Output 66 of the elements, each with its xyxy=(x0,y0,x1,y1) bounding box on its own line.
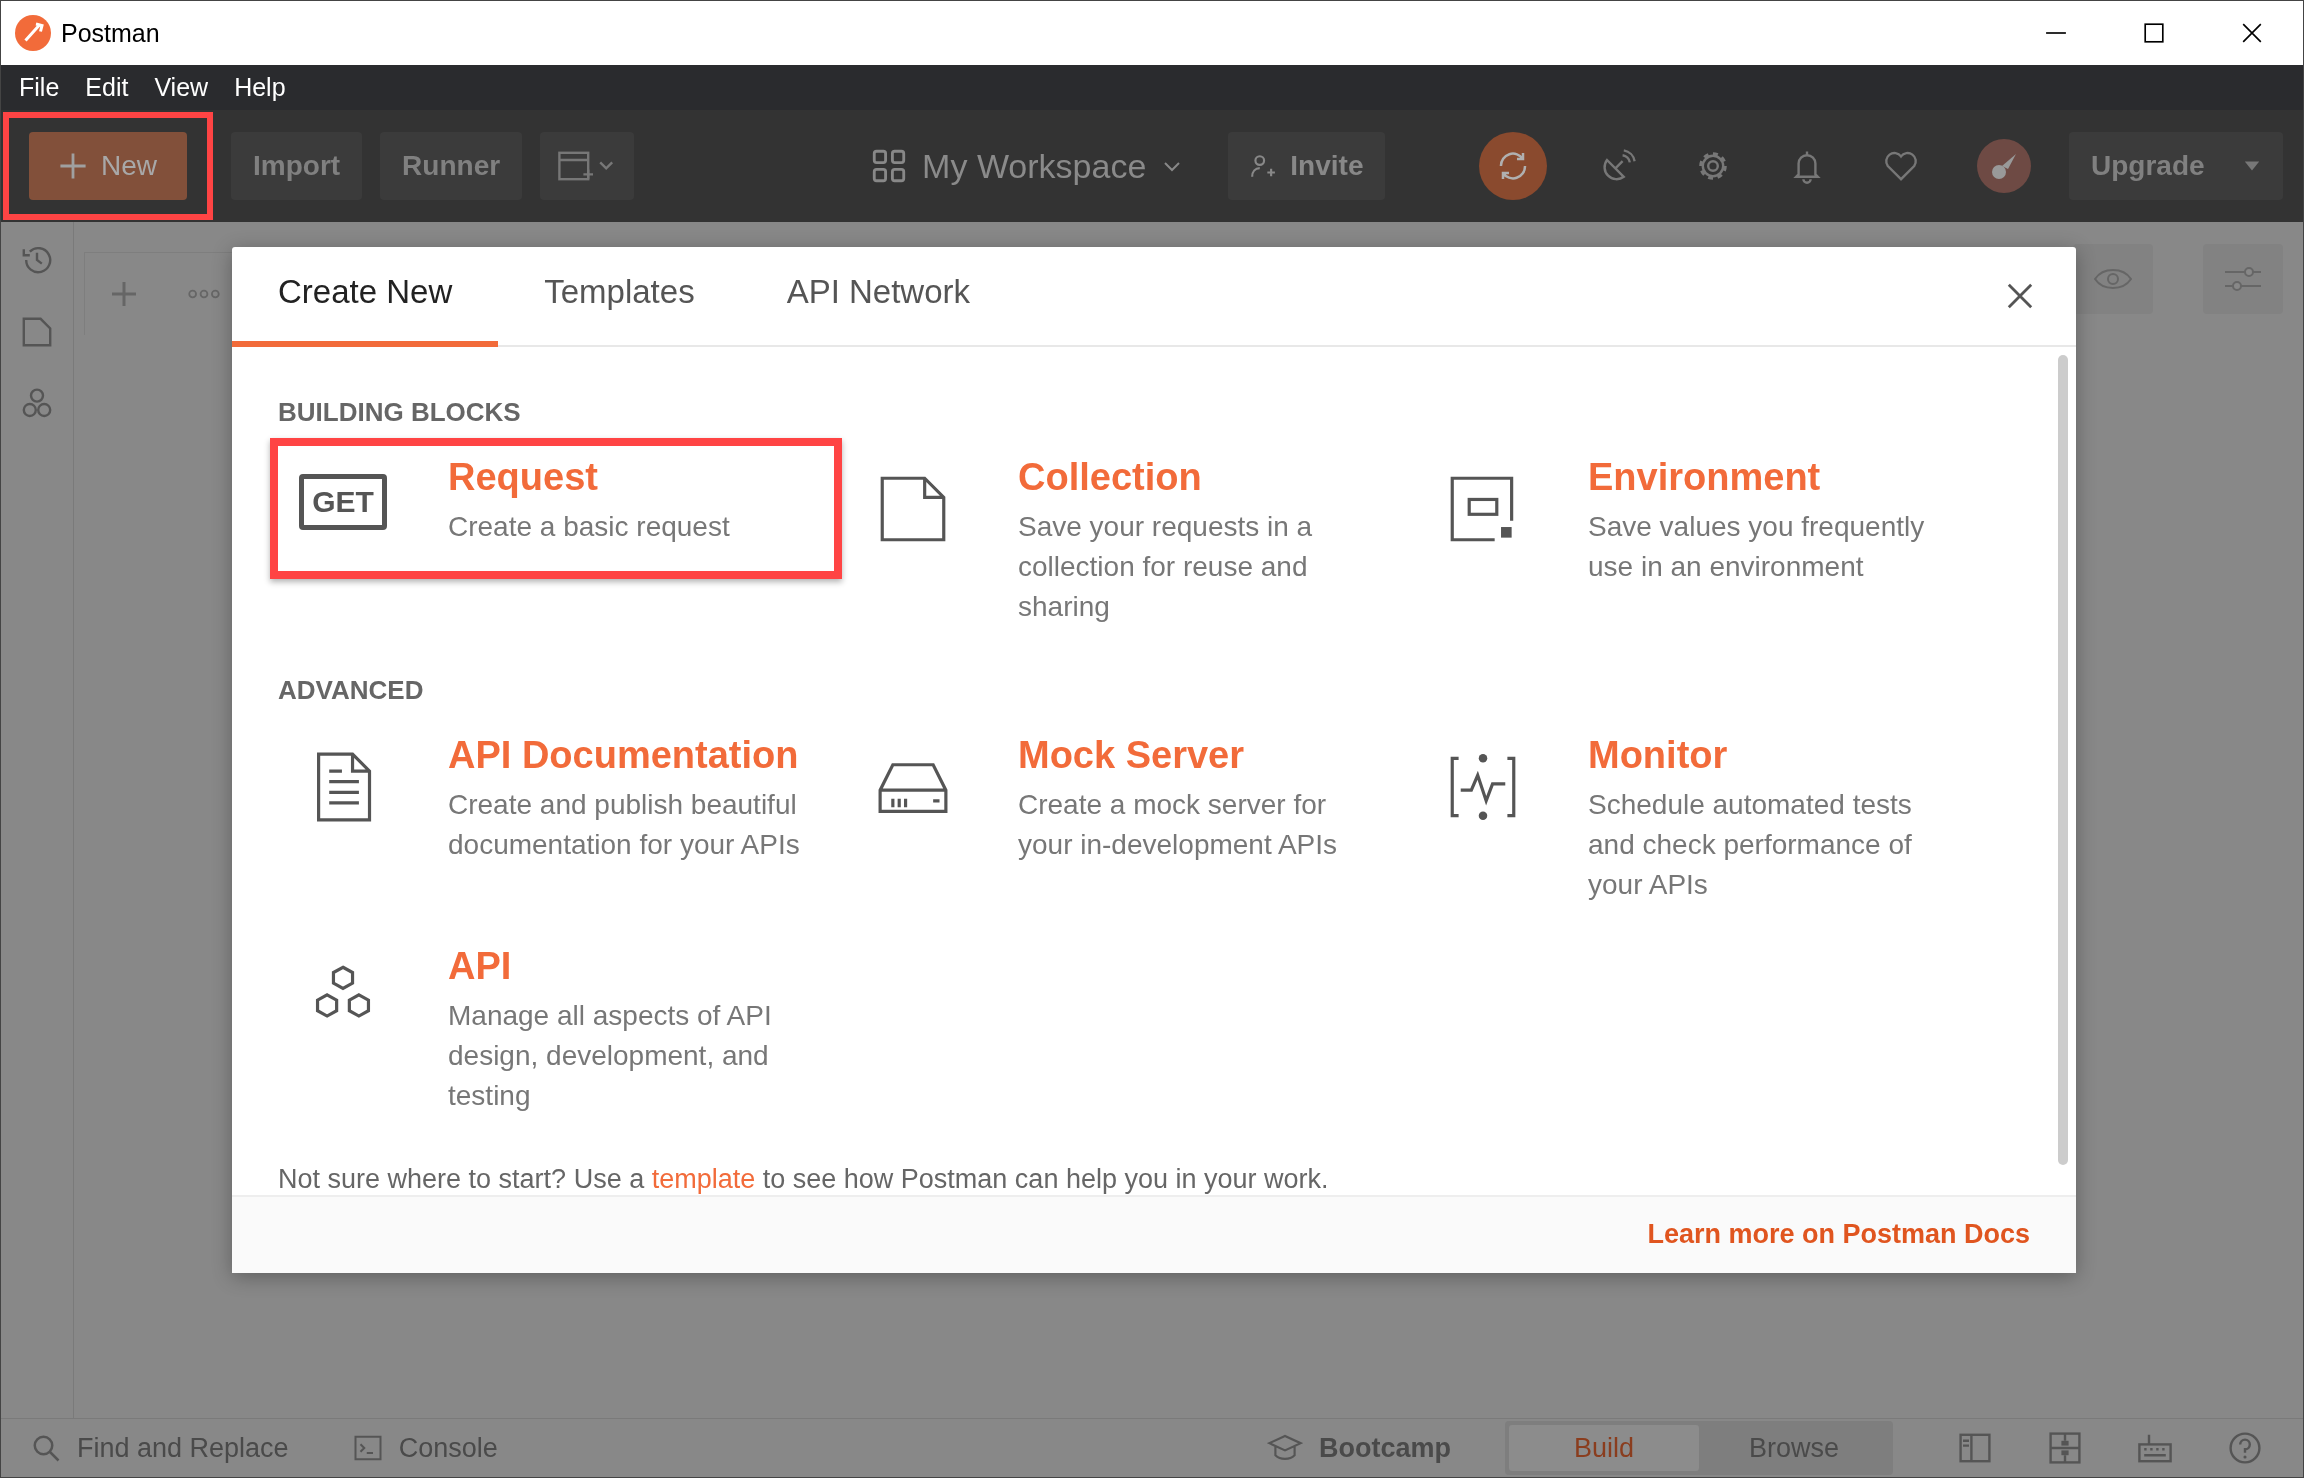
option-title: Mock Server xyxy=(1018,733,1245,777)
option-description: Save values you frequently use in an environment xyxy=(1588,509,1926,584)
scrollbar[interactable] xyxy=(2058,354,2068,1165)
dialog-tab[interactable]: API Network xyxy=(740,272,1017,347)
section-heading: BUILDING BLOCKS xyxy=(278,396,522,428)
more-icon[interactable] xyxy=(187,288,221,300)
create-option[interactable]: GET Request Create a basic request xyxy=(270,437,842,579)
help-icon[interactable] xyxy=(2227,1430,2263,1466)
layout-icon[interactable] xyxy=(2047,1430,2083,1466)
console-button[interactable]: Console xyxy=(352,1432,498,1464)
create-option[interactable]: Monitor Schedule automated tests and check performance of your APIs xyxy=(1410,715,1982,913)
maximize-icon[interactable] xyxy=(2143,22,2165,44)
import-button[interactable]: Import xyxy=(231,132,363,200)
get-icon: GET xyxy=(299,473,387,530)
app-logo-icon xyxy=(15,15,51,51)
create-option[interactable]: Environment Save values you frequently use in an environment xyxy=(1410,437,1982,595)
menu-item[interactable]: Edit xyxy=(81,73,133,102)
option-description: Create a mock server for your in-development APIs xyxy=(1018,787,1339,862)
find-replace-button[interactable]: Find and Replace xyxy=(31,1432,289,1464)
create-option[interactable]: API Documentation Create and publish beautiful documentation for your APIs xyxy=(270,715,842,873)
bootcamp-button[interactable]: Bootcamp xyxy=(1267,1432,1451,1464)
option-title: Environment xyxy=(1588,455,1822,499)
plus-icon xyxy=(59,152,87,180)
invite-button[interactable]: Invite xyxy=(1228,132,1386,200)
terminal-icon xyxy=(352,1433,383,1463)
new-button[interactable]: New xyxy=(29,132,187,200)
workspace-selector[interactable]: My Workspace xyxy=(872,146,1183,186)
option-title: API Documentation xyxy=(448,733,800,777)
dialog-tab[interactable]: Create New xyxy=(232,272,499,347)
dialog-tab[interactable]: Templates xyxy=(498,272,741,347)
option-title: API xyxy=(448,944,513,988)
graduation-cap-icon xyxy=(1267,1433,1303,1463)
menu-item[interactable]: Help xyxy=(230,73,290,102)
new-window-button[interactable] xyxy=(540,132,635,200)
grid-icon xyxy=(872,149,907,183)
option-description: Save your requests in a collection for reuse and sharing xyxy=(1018,509,1314,624)
option-title: Request xyxy=(448,455,599,499)
sync-icon[interactable] xyxy=(1479,132,1547,200)
option-description: Manage all aspects of API design, development, and testing xyxy=(448,998,773,1113)
sliders-icon[interactable] xyxy=(2203,244,2283,314)
docs-link[interactable]: Learn more on Postman Docs xyxy=(1647,1219,2030,1251)
create-option[interactable]: Mock Server Create a mock server for your in-development APIs xyxy=(840,715,1412,873)
close-icon[interactable] xyxy=(2241,22,2263,44)
template-link[interactable]: template xyxy=(651,1163,756,1194)
create-option[interactable]: Collection Save your requests in a collection for reuse and sharing xyxy=(840,437,1412,635)
add-tab-icon[interactable] xyxy=(109,279,139,309)
option-description: Create and publish beautiful documentation for your APIs xyxy=(448,787,801,862)
close-icon[interactable] xyxy=(2006,281,2034,310)
option-description: Create a basic request xyxy=(448,509,731,544)
option-title: Collection xyxy=(1018,455,1203,499)
option-description: Schedule automated tests and check performance of your APIs xyxy=(1588,787,1913,902)
eye-icon[interactable] xyxy=(2073,244,2153,314)
option-title: Monitor xyxy=(1588,733,1729,777)
window-title: Postman xyxy=(61,18,160,48)
menu-item[interactable]: View xyxy=(150,73,213,102)
add-user-icon xyxy=(1250,153,1277,179)
monitor-icon xyxy=(1448,751,1518,822)
section-heading: ADVANCED xyxy=(278,674,425,706)
search-icon xyxy=(31,1433,61,1463)
runner-button[interactable]: Runner xyxy=(380,132,523,200)
menu-item[interactable]: File xyxy=(15,73,64,102)
upgrade-button[interactable]: Upgrade xyxy=(2069,132,2283,200)
create-option[interactable]: API Manage all aspects of API design, development, and testing xyxy=(270,926,842,1124)
avatar-icon[interactable] xyxy=(1977,139,2031,193)
mode-toggle[interactable]: Build xyxy=(1509,1425,1699,1471)
hint-text: Not sure where to start? Use a template to see how Postman can help you in your work. xyxy=(278,1163,1330,1195)
